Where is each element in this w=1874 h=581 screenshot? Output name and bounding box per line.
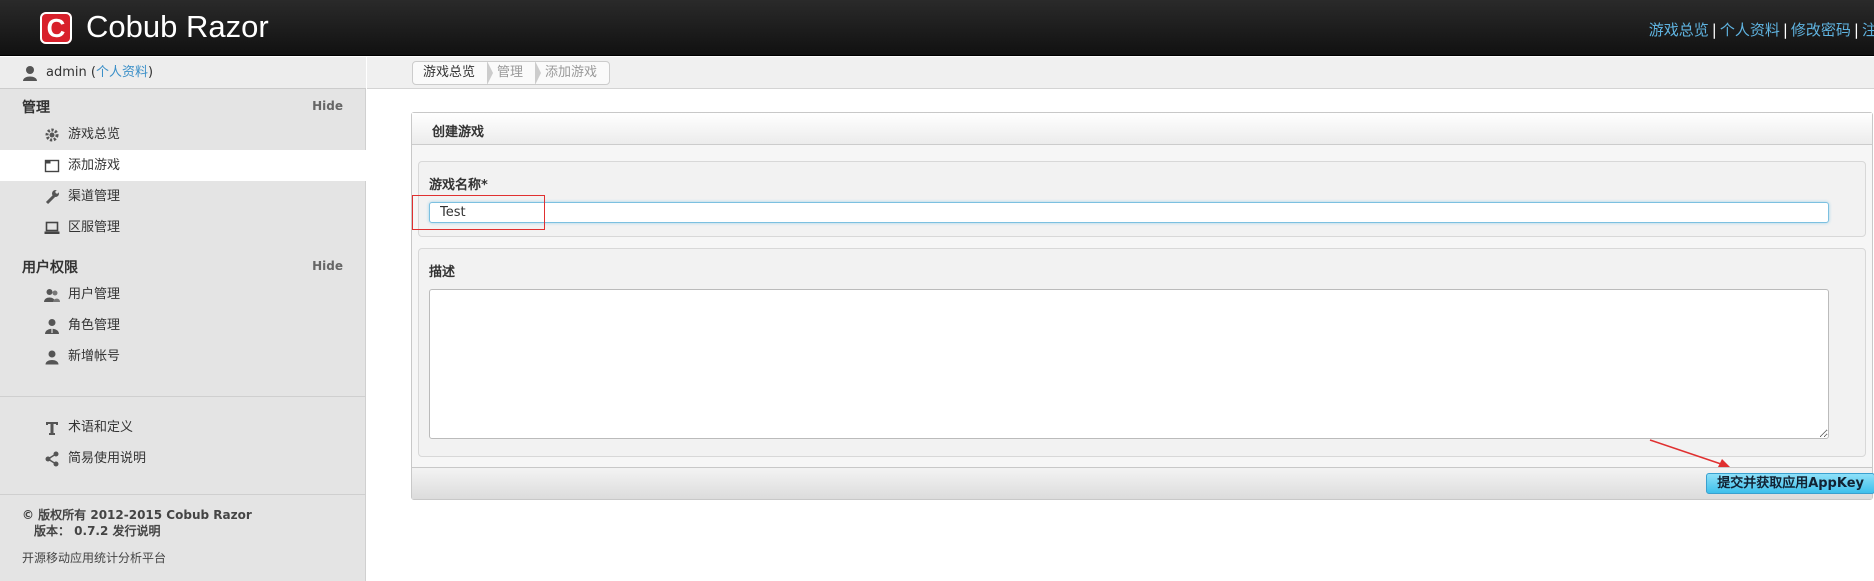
share-icon	[45, 451, 59, 467]
sidebar-item-overview[interactable]: 游戏总览	[0, 119, 366, 150]
name-field-box: 游戏名称*	[418, 161, 1866, 237]
sidebar-item-glossary[interactable]: 术语和定义	[0, 412, 366, 443]
user-info: admin (个人资料)	[0, 57, 366, 89]
breadcrumb-bar: 游戏总览 管理 添加游戏	[367, 57, 1874, 89]
app-logo[interactable]: C	[40, 12, 72, 44]
top-link-change-password[interactable]: 修改密码	[1791, 21, 1851, 39]
submit-get-appkey-button[interactable]: 提交并获取应用AppKey	[1706, 473, 1874, 494]
app-title[interactable]: Cobub Razor	[86, 9, 269, 45]
breadcrumb: 游戏总览 管理 添加游戏	[412, 61, 611, 85]
hide-permissions-button[interactable]: Hide	[312, 259, 343, 273]
laptop-icon	[44, 221, 60, 234]
user-add-icon	[45, 350, 59, 365]
tagline-text: 开源移动应用统计分析平台	[22, 551, 167, 565]
section-title-permissions: 用户权限	[22, 260, 78, 276]
sidebar-item-roles[interactable]: 角色管理	[0, 310, 366, 341]
sidebar-item-guide[interactable]: 简易使用说明	[0, 443, 366, 474]
panel-header: 创建游戏	[412, 113, 1872, 145]
top-link-profile[interactable]: 个人资料	[1720, 21, 1780, 39]
sidebar-item-label: 术语和定义	[68, 420, 134, 435]
version-text: 版本： 0.7.2 发行说明	[34, 524, 161, 538]
annotation-arrow-icon	[1649, 439, 1730, 467]
breadcrumb-item-overview[interactable]: 游戏总览	[413, 61, 494, 85]
username: admin	[46, 65, 87, 80]
wrench-icon	[45, 190, 59, 205]
text-icon	[46, 422, 58, 435]
sidebar-item-add-game[interactable]: 添加游戏	[0, 150, 366, 181]
sidebar-item-label: 添加游戏	[68, 158, 121, 173]
sidebar-item-label: 简易使用说明	[68, 451, 147, 466]
sidebar-item-add-account[interactable]: 新增帐号	[0, 341, 366, 372]
window-icon	[44, 159, 60, 173]
copyright-text: © 版权所有 2012-2015 Cobub Razor	[22, 508, 252, 522]
role-icon	[45, 319, 59, 334]
sidebar-item-users[interactable]: 用户管理	[0, 279, 366, 310]
top-nav: 游戏总览|个人资料|修改密码|注销	[1649, 19, 1874, 40]
sidebar-item-label: 角色管理	[68, 318, 121, 333]
breadcrumb-item-manage[interactable]: 管理	[487, 61, 542, 85]
gear-icon	[45, 128, 59, 142]
sidebar-item-label: 新增帐号	[68, 349, 121, 364]
game-name-input[interactable]	[429, 202, 1829, 223]
panel-title: 创建游戏	[432, 125, 485, 140]
sidebar-divider	[0, 494, 366, 495]
sidebar-item-label: 渠道管理	[68, 189, 121, 204]
description-textarea[interactable]	[429, 289, 1829, 439]
sidebar-item-label: 用户管理	[68, 287, 121, 302]
sidebar-divider	[0, 396, 366, 397]
sidebar-item-channels[interactable]: 渠道管理	[0, 181, 366, 212]
top-header: C Cobub Razor 游戏总览|个人资料|修改密码|注销	[0, 0, 1874, 56]
name-label: 游戏名称*	[429, 178, 488, 193]
breadcrumb-item-add-game: 添加游戏	[545, 65, 598, 80]
section-title-manage: 管理	[22, 100, 50, 116]
annotation-highlight-box	[412, 195, 545, 230]
sidebar-item-label: 游戏总览	[68, 127, 121, 142]
hide-manage-button[interactable]: Hide	[312, 99, 343, 113]
top-link-overview[interactable]: 游戏总览	[1649, 21, 1709, 39]
sidebar-item-label: 区服管理	[68, 220, 121, 235]
top-link-logout[interactable]: 注销	[1862, 21, 1874, 39]
profile-link[interactable]: 个人资料	[96, 65, 148, 80]
user-icon	[23, 66, 37, 81]
desc-field-box: 描述	[418, 248, 1866, 457]
sidebar: admin (个人资料) 管理 Hide 游戏总览 添加游戏 渠道管理 区服管理…	[0, 57, 366, 581]
desc-label: 描述	[429, 265, 456, 280]
sidebar-item-servers[interactable]: 区服管理	[0, 212, 366, 243]
users-icon	[44, 289, 60, 302]
panel-footer: 提交并获取应用AppKey	[412, 467, 1874, 499]
